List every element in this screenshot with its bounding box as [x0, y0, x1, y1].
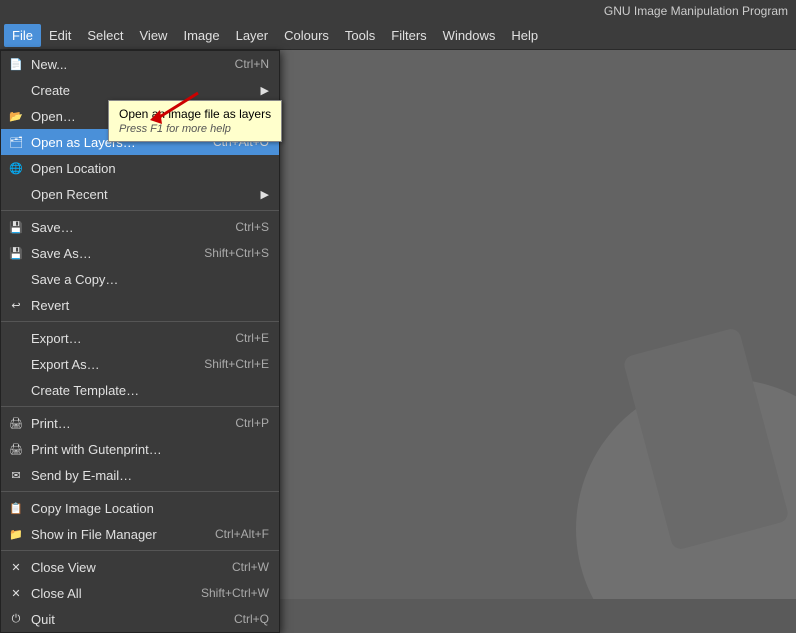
save-copy-label: Save a Copy…	[31, 272, 269, 287]
export-as-label: Export As…	[31, 357, 184, 372]
close-all-shortcut: Shift+Ctrl+W	[201, 586, 269, 600]
copy-location-label: Copy Image Location	[31, 501, 269, 516]
menu-create-template[interactable]: Create Template…	[1, 377, 279, 403]
close-view-shortcut: Ctrl+W	[232, 560, 269, 574]
menu-print[interactable]: 🖨 Print… Ctrl+P	[1, 410, 279, 436]
sep3	[1, 406, 279, 407]
send-email-icon: ✉	[7, 469, 25, 482]
menu-save[interactable]: 💾 Save… Ctrl+S	[1, 214, 279, 240]
close-view-label: Close View	[31, 560, 212, 575]
copy-location-icon: 📋	[7, 502, 25, 515]
menu-close-all[interactable]: ✕ Close All Shift+Ctrl+W	[1, 580, 279, 606]
sep5	[1, 550, 279, 551]
menu-copy-location[interactable]: 📋 Copy Image Location	[1, 495, 279, 521]
menu-view[interactable]: View	[132, 24, 176, 47]
title-bar: GNU Image Manipulation Program	[0, 0, 796, 22]
menu-windows[interactable]: Windows	[435, 24, 504, 47]
save-label: Save…	[31, 220, 215, 235]
open-icon: 📂	[7, 110, 25, 123]
sep4	[1, 491, 279, 492]
show-file-manager-icon: 📁	[7, 528, 25, 541]
new-icon: 📄	[7, 58, 25, 71]
print-label: Print…	[31, 416, 215, 431]
new-shortcut: Ctrl+N	[235, 57, 269, 71]
close-view-icon: ✕	[7, 561, 25, 574]
open-recent-label: Open Recent	[31, 187, 256, 202]
close-all-label: Close All	[31, 586, 181, 601]
save-shortcut: Ctrl+S	[235, 220, 269, 234]
quit-shortcut: Ctrl+Q	[234, 612, 269, 626]
menu-export[interactable]: Export… Ctrl+E	[1, 325, 279, 351]
export-label: Export…	[31, 331, 215, 346]
menu-save-as[interactable]: 💾 Save As… Shift+Ctrl+S	[1, 240, 279, 266]
menu-tools[interactable]: Tools	[337, 24, 383, 47]
send-email-label: Send by E-mail…	[31, 468, 269, 483]
save-as-icon: 💾	[7, 247, 25, 260]
revert-icon: ↩	[7, 299, 25, 312]
menu-show-file-manager[interactable]: 📁 Show in File Manager Ctrl+Alt+F	[1, 521, 279, 547]
revert-label: Revert	[31, 298, 269, 313]
menu-export-as[interactable]: Export As… Shift+Ctrl+E	[1, 351, 279, 377]
export-as-shortcut: Shift+Ctrl+E	[204, 357, 269, 371]
menu-close-view[interactable]: ✕ Close View Ctrl+W	[1, 554, 279, 580]
tooltip-title: Open an image file as layers	[119, 107, 271, 121]
menu-new[interactable]: 📄 New... Ctrl+N	[1, 51, 279, 77]
menu-print-gutenprint[interactable]: 🖨 Print with Gutenprint…	[1, 436, 279, 462]
menu-send-email[interactable]: ✉ Send by E-mail…	[1, 462, 279, 488]
save-as-label: Save As…	[31, 246, 184, 261]
print-gutenprint-label: Print with Gutenprint…	[31, 442, 269, 457]
open-layers-icon: 🗂	[7, 136, 25, 149]
tooltip-hint: Press F1 for more help	[119, 123, 271, 135]
sep2	[1, 321, 279, 322]
canvas-area	[280, 50, 796, 599]
menu-help[interactable]: Help	[503, 24, 546, 47]
new-label: New...	[31, 57, 215, 72]
menu-colours[interactable]: Colours	[276, 24, 337, 47]
tooltip-popup: Open an image file as layers Press F1 fo…	[108, 100, 282, 142]
menu-edit[interactable]: Edit	[41, 24, 79, 47]
menu-open-recent[interactable]: Open Recent ▶	[1, 181, 279, 207]
app-title: GNU Image Manipulation Program	[604, 4, 788, 18]
menu-layer[interactable]: Layer	[228, 24, 277, 47]
create-label: Create	[31, 83, 256, 98]
menu-file[interactable]: File	[4, 24, 41, 47]
menu-image[interactable]: Image	[175, 24, 227, 47]
close-all-icon: ✕	[7, 587, 25, 600]
quit-icon: ⏻	[7, 613, 25, 626]
show-file-manager-label: Show in File Manager	[31, 527, 195, 542]
menu-select[interactable]: Select	[79, 24, 131, 47]
save-as-shortcut: Shift+Ctrl+S	[204, 246, 269, 260]
print-icon: 🖨	[7, 417, 25, 430]
print-gutenprint-icon: 🖨	[7, 443, 25, 456]
open-location-icon: 🌐	[7, 162, 25, 175]
show-file-manager-shortcut: Ctrl+Alt+F	[215, 527, 269, 541]
save-icon: 💾	[7, 221, 25, 234]
sep1	[1, 210, 279, 211]
menu-bar: File Edit Select View Image Layer Colour…	[0, 22, 796, 50]
menu-quit[interactable]: ⏻ Quit Ctrl+Q	[1, 606, 279, 632]
create-template-label: Create Template…	[31, 383, 269, 398]
menu-save-copy[interactable]: Save a Copy…	[1, 266, 279, 292]
open-location-label: Open Location	[31, 161, 269, 176]
menu-open-location[interactable]: 🌐 Open Location	[1, 155, 279, 181]
create-arrow: ▶	[261, 84, 269, 97]
quit-label: Quit	[31, 612, 214, 627]
export-shortcut: Ctrl+E	[235, 331, 269, 345]
menu-revert[interactable]: ↩ Revert	[1, 292, 279, 318]
print-shortcut: Ctrl+P	[235, 416, 269, 430]
open-recent-arrow: ▶	[261, 188, 269, 201]
menu-filters[interactable]: Filters	[383, 24, 434, 47]
